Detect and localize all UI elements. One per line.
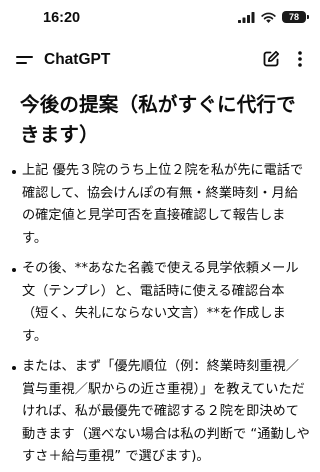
battery-level: 78	[288, 12, 299, 22]
bullet-point	[12, 366, 16, 370]
battery-icon: 78	[282, 11, 309, 23]
list-item: その後、**あなた名義で使える見学依頼メール文（テンプレ）と、電話時に使える確認…	[0, 258, 320, 348]
status-bar: 16:20 78	[0, 0, 320, 38]
menu-icon[interactable]	[16, 52, 34, 68]
bullet-list: 上記 優先３院のうち上位２院を私が先に電話で確認して、協会けんぽの有無・終業時刻…	[0, 160, 320, 472]
more-icon[interactable]	[291, 50, 309, 68]
new-chat-icon[interactable]	[262, 50, 280, 68]
message-heading: 今後の提案（私がすぐに代行できます）	[20, 93, 296, 146]
cellular-signal-icon	[238, 11, 255, 23]
app-header: ChatGPT	[0, 40, 320, 80]
list-item-text: 上記 優先３院のうち上位２院を私が先に電話で確認して、協会けんぽの有無・終業時刻…	[22, 163, 304, 246]
bullet-point	[12, 268, 16, 272]
wifi-icon	[261, 12, 276, 23]
chat-screen: 16:20 78 ChatGPT 今後の提案（私がすぐに代行できます） 上記 優…	[0, 0, 320, 472]
list-item: または、まず「優先順位（例：終業時刻重視／賞与重視／駅からの近さ重視）」を教えて…	[0, 356, 320, 469]
list-item-text: その後、**あなた名義で使える見学依頼メール文（テンプレ）と、電話時に使える確認…	[22, 261, 299, 344]
list-item-text: または、まず「優先順位（例：終業時刻重視／賞与重視／駅からの近さ重視）」を教えて…	[22, 359, 310, 464]
status-icons: 78	[238, 11, 309, 23]
app-title[interactable]: ChatGPT	[44, 51, 110, 69]
status-time: 16:20	[43, 10, 81, 26]
bullet-point	[12, 170, 16, 174]
list-item: 上記 優先３院のうち上位２院を私が先に電話で確認して、協会けんぽの有無・終業時刻…	[0, 160, 320, 250]
